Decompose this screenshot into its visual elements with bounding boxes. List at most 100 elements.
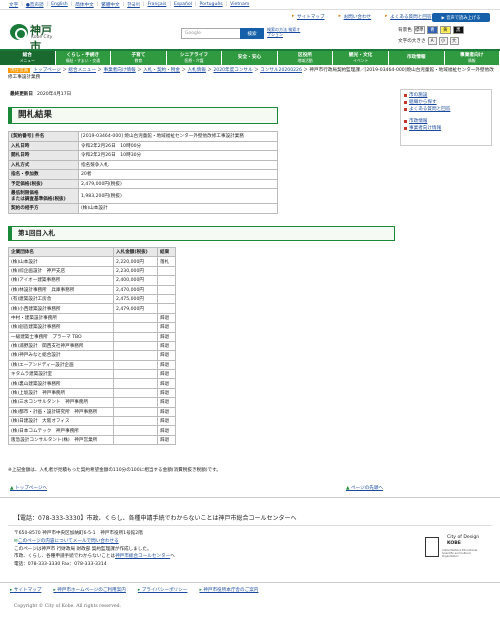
nav-item-0[interactable]: 総合 メニュー [0, 51, 56, 65]
bid-row: (有)建築設計工房舎 2,475,000円 [8, 293, 176, 305]
textsize-label: 文字の大きさ [398, 39, 426, 44]
sidebar-link-0[interactable]: 市の施設 [404, 92, 488, 99]
nav-item-3[interactable]: シニアライフ 医療・介護 [166, 51, 223, 65]
breadcrumb-item-0[interactable]: トップページ [33, 68, 60, 73]
voice-read-button[interactable]: ▶ 音声で読み上げる [432, 13, 490, 22]
textsize-large-button[interactable]: 大 [449, 37, 459, 45]
search-button[interactable]: 検索 [240, 28, 264, 39]
info-label: [契約番号] 件名 [8, 131, 79, 142]
nav-item-sub: 教育 [134, 58, 143, 63]
info-value: 1,983,200円(税抜) [78, 188, 278, 204]
phone-fax: 電話：078-333-3330 Fax：078-333-3314 [14, 562, 107, 568]
bgcolor-blue-button[interactable]: 青 [426, 26, 438, 34]
price-note: ※上記金額は、入札者が見積もった契約希望金額の110分の100に相当する金額(消… [8, 468, 221, 473]
bid-result: 辞退 [157, 322, 176, 333]
footer-link-3[interactable]: 神戸市役所本庁舎のご案内 [199, 587, 258, 593]
breadcrumb-item-1[interactable]: 総合メニュー [68, 68, 96, 73]
nav-item-1[interactable]: くらし・手続き 福祉・すまい・交通 [55, 51, 112, 65]
to-top-link[interactable]: トップページへ [10, 485, 47, 491]
info-value: 指名競争入札 [78, 159, 278, 170]
sidebar-link-5[interactable]: 事業者向け情報 [404, 125, 488, 132]
nav-item-4[interactable]: 安全・安心 [222, 51, 278, 65]
mail-inquiry-link[interactable]: このページの内容についてメールで問い合わせる [18, 539, 119, 544]
bid-header-cell: 入札金額(税抜) [113, 246, 158, 258]
lang-link-1[interactable]: ●音声読 [26, 2, 44, 8]
nav-item-6[interactable]: 観光・文化 イベント [333, 51, 389, 65]
bid-company: 阪急設計コンサルタント(株) 神戸営業所 [8, 434, 114, 446]
bid-company: (株)綜企画設計 神戸支店 [8, 265, 114, 277]
breadcrumb-item-6[interactable]: コンサル20200226 [260, 68, 302, 73]
info-row: 指名・参加数 20者 [8, 169, 278, 180]
info-value: (株)山本設計 [78, 203, 278, 214]
lang-link-9[interactable]: Vietnam [230, 2, 249, 7]
bid-amount [113, 359, 158, 371]
sidebar-link-2[interactable]: よくある質問と回答 [404, 106, 488, 113]
bid-result: 辞退 [157, 340, 176, 352]
footer-link-2[interactable]: プライバシーポリシー [138, 587, 188, 593]
sidebar-link-1[interactable]: 組織から探す [404, 99, 488, 106]
divider [0, 497, 500, 498]
bid-company: (株)山本設計 [8, 256, 114, 267]
nav-item-8[interactable]: 事業者向け 情報 [444, 51, 500, 65]
bid-amount [113, 387, 158, 399]
bid-result: 辞退 [157, 387, 176, 399]
nav-item-sub: イベント [353, 58, 369, 63]
info-row: 最低制限価格 または調査基準価格(税抜) 1,983,200円(税抜) [8, 188, 278, 204]
textsize-small-button[interactable]: 小 [438, 37, 448, 45]
bid-amount: 2,470,000円 [113, 284, 158, 295]
nav-item-2[interactable]: 子育て 教育 [111, 51, 167, 65]
sidebar-links: 市の施設 組織から探す よくある質問と回答 市政情報 事業者向け情報 [400, 89, 492, 146]
bid-amount [113, 312, 158, 324]
bgcolor-standard-button[interactable]: 標準 [413, 26, 425, 34]
bid-row: 中村・建築設計事務所 辞退 [8, 312, 176, 324]
bgcolor-yellow-button[interactable]: 黄 [439, 26, 451, 34]
bid-result: 辞退 [157, 378, 176, 389]
footer-link-0[interactable]: サイトマップ [10, 587, 42, 593]
bid-result [157, 303, 176, 314]
bgcolor-black-button[interactable]: 黒 [452, 26, 464, 34]
bid-result [157, 293, 176, 305]
bid-row: (株)上坂設計 神戸事務所 辞退 [8, 387, 176, 399]
lang-link-5[interactable]: 한국어 [127, 2, 140, 8]
lang-link-6[interactable]: Français [147, 2, 166, 7]
bid-row: (株)綜企画設計 神戸支店 2,230,000円 [8, 265, 176, 277]
faq-link[interactable]: よくある質問と回答 [385, 14, 431, 20]
breadcrumb-item-3[interactable]: 入札・契約・税金 [143, 68, 180, 73]
logo-english: Kobe City [31, 35, 53, 40]
page-top-link[interactable]: ページの先頭へ [346, 485, 383, 491]
search-option-link[interactable]: 検索の方法 検索オプション [267, 27, 303, 40]
footer-link-1[interactable]: 神戸市ホームページのご利用案内 [53, 587, 126, 593]
callcenter-text: 市政、くらし、各種申請手続でわからないことは [14, 554, 116, 560]
bid-row: 一級建築士事務所 プラーマ TBO 辞退 [8, 331, 176, 342]
language-bar: 文字 | ●音声読 | English | 简体中文 | 繁體中文 | 한국어 | Français | E… [0, 0, 500, 10]
bid-amount: 2,220,000円 [113, 256, 158, 267]
lang-separator: | [21, 2, 23, 7]
lang-link-8[interactable]: Português [200, 2, 223, 7]
lang-link-0[interactable]: 文字 [9, 2, 18, 8]
breadcrumb-item-5[interactable]: 2020年度コンサル [213, 68, 252, 73]
info-label: 最低制限価格 または調査基準価格(税抜) [8, 188, 79, 204]
unesco-city-of-design-logo: City of Design KOBE United Nations Educat… [425, 535, 483, 563]
textsize-standard-button[interactable]: A [427, 37, 437, 45]
breadcrumb-item-4[interactable]: 入札情報 [187, 68, 205, 73]
info-row: 開札日時 令和2年2月26日 10時30分 [8, 150, 278, 161]
nav-item-5[interactable]: 区役所 地域活動 [277, 51, 334, 65]
lang-link-3[interactable]: 简体中文 [75, 2, 93, 8]
lang-link-7[interactable]: Español [174, 2, 192, 7]
text-size-selector: 文字の大きさ A 小 大 [398, 37, 459, 45]
sitemap-link[interactable]: サイトマップ [292, 14, 325, 20]
bid-result [157, 284, 176, 295]
nav-item-sub: メニュー [19, 58, 35, 63]
lang-link-4[interactable]: 繁體中文 [101, 2, 119, 8]
callcenter-link[interactable]: 神戸市総合コールセンター [115, 554, 170, 559]
breadcrumb-item-2[interactable]: 事業者向け情報 [103, 68, 135, 73]
sidebar-link-4[interactable]: 市政情報 [404, 118, 488, 125]
site-logo[interactable]: 神戸市 Kobe City [10, 22, 62, 53]
bid-company: (株)創造建築設計事務所 [8, 322, 114, 333]
address-line: 〒650-8570 神戸市中央区加納町6-5-1 神戸市役所1号館2階 [14, 531, 143, 536]
info-row: [契約番号] 件名 [2019-03464-000] 焼山台児童館・地域福祉センタ… [8, 131, 278, 142]
nav-item-7[interactable]: 市政情報 [388, 51, 445, 65]
bgcolor-label: 背景色 [398, 28, 412, 33]
contact-link[interactable]: お問い合わせ [339, 14, 372, 20]
lang-link-2[interactable]: English [51, 2, 68, 7]
